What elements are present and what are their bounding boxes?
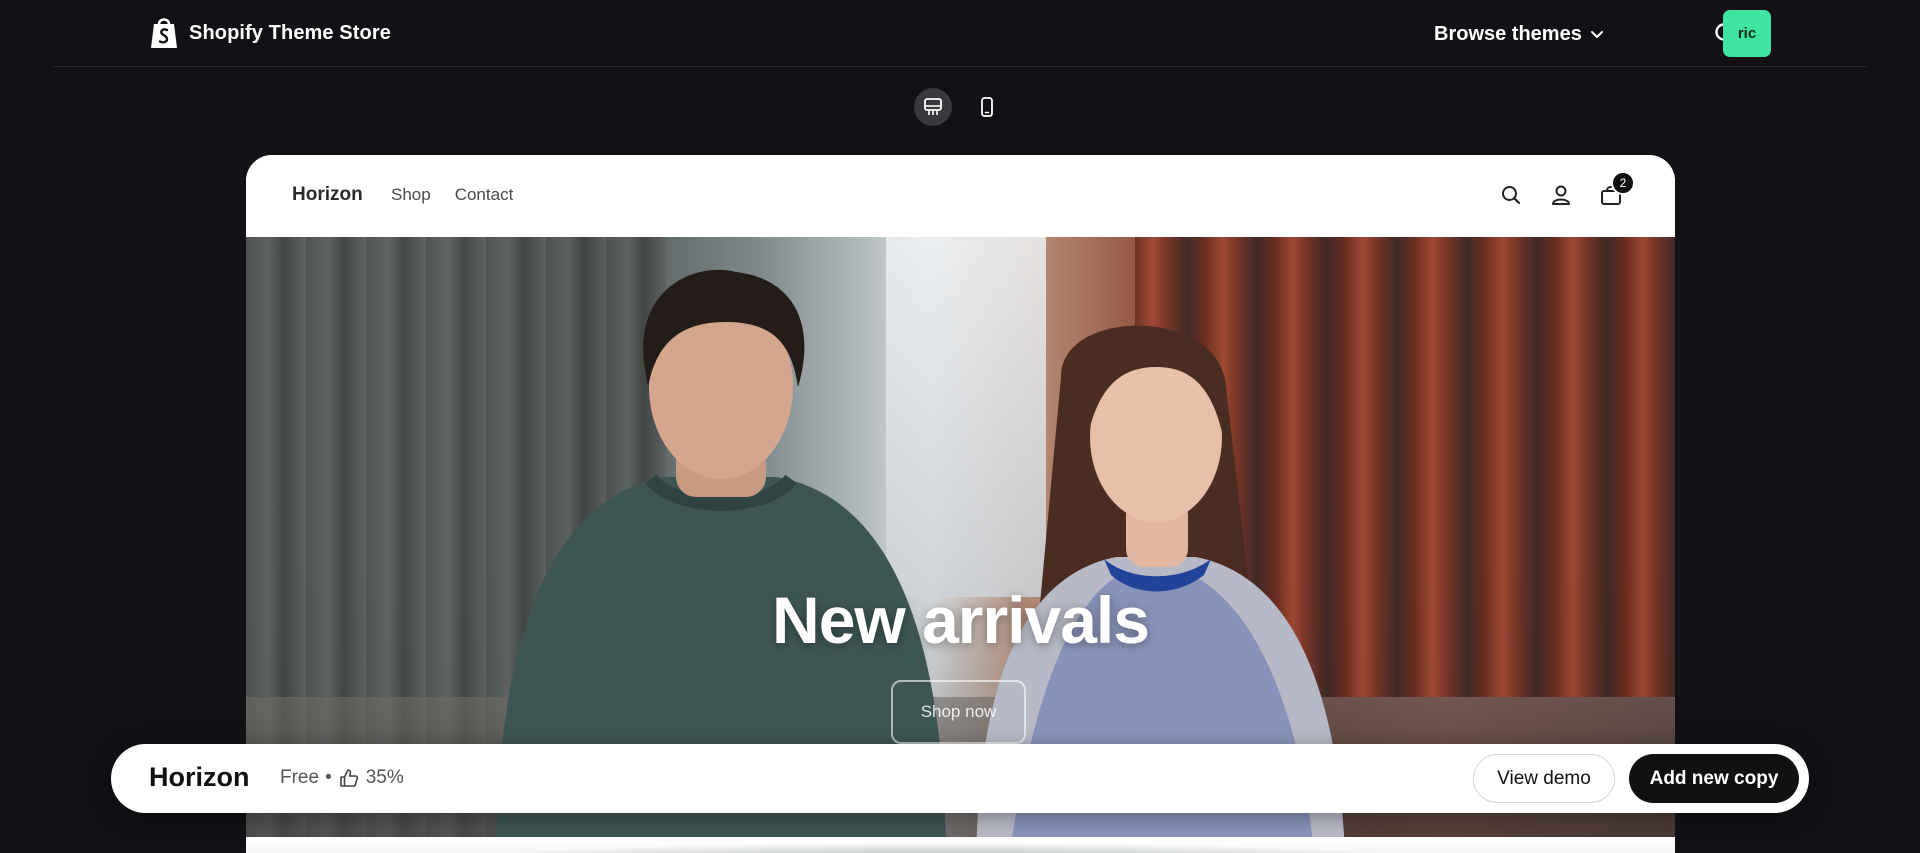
brand-name: Shopify Theme Store [189, 21, 391, 44]
hero-title: New arrivals [772, 583, 1150, 657]
mobile-icon [981, 97, 993, 117]
store-account-button[interactable] [1547, 181, 1575, 209]
desktop-view-button[interactable] [914, 88, 952, 126]
user-avatar-button[interactable]: ric [1723, 10, 1771, 57]
thumbs-up-icon [339, 769, 358, 787]
brand-link[interactable]: Shopify Theme Store [149, 16, 391, 50]
preview-next-section-shadow [446, 843, 1446, 853]
store-nav-contact[interactable]: Contact [455, 185, 514, 205]
top-header: Shopify Theme Store Browse themes ric [54, 0, 1866, 67]
theme-price: Free [280, 767, 320, 788]
cart-count-badge: 2 [1611, 171, 1635, 195]
store-nav-links: Shop Contact [391, 185, 513, 205]
shopify-bag-icon [151, 18, 177, 48]
mobile-view-button[interactable] [968, 88, 1006, 126]
user-icon [1552, 185, 1570, 205]
meta-separator: • [325, 767, 332, 788]
store-logo[interactable]: Horizon [292, 184, 363, 206]
store-nav-icons: 2 [1497, 171, 1635, 209]
theme-meta: Free • 35% [280, 767, 404, 789]
hero-shop-now-button[interactable]: Shop now [891, 680, 1026, 744]
device-toggle [914, 88, 1006, 126]
add-new-copy-button[interactable]: Add new copy [1629, 754, 1799, 803]
browse-themes-label: Browse themes [1434, 22, 1582, 45]
view-demo-button[interactable]: View demo [1473, 754, 1615, 803]
store-search-button[interactable] [1497, 181, 1525, 209]
search-icon [1502, 186, 1521, 205]
store-nav: Horizon Shop Contact 2 [246, 155, 1675, 237]
avatar-initials: ric [1737, 25, 1757, 42]
desktop-icon [924, 98, 942, 115]
store-cart-button[interactable]: 2 [1597, 171, 1635, 209]
theme-rating: 35% [365, 767, 404, 788]
browse-themes-dropdown[interactable]: Browse themes [1434, 18, 1604, 50]
store-nav-shop[interactable]: Shop [391, 185, 431, 205]
theme-name: Horizon [149, 762, 250, 792]
chevron-down-icon [1590, 31, 1603, 38]
theme-info-bar: Horizon Free • 35% View demo Add new cop… [111, 744, 1809, 813]
